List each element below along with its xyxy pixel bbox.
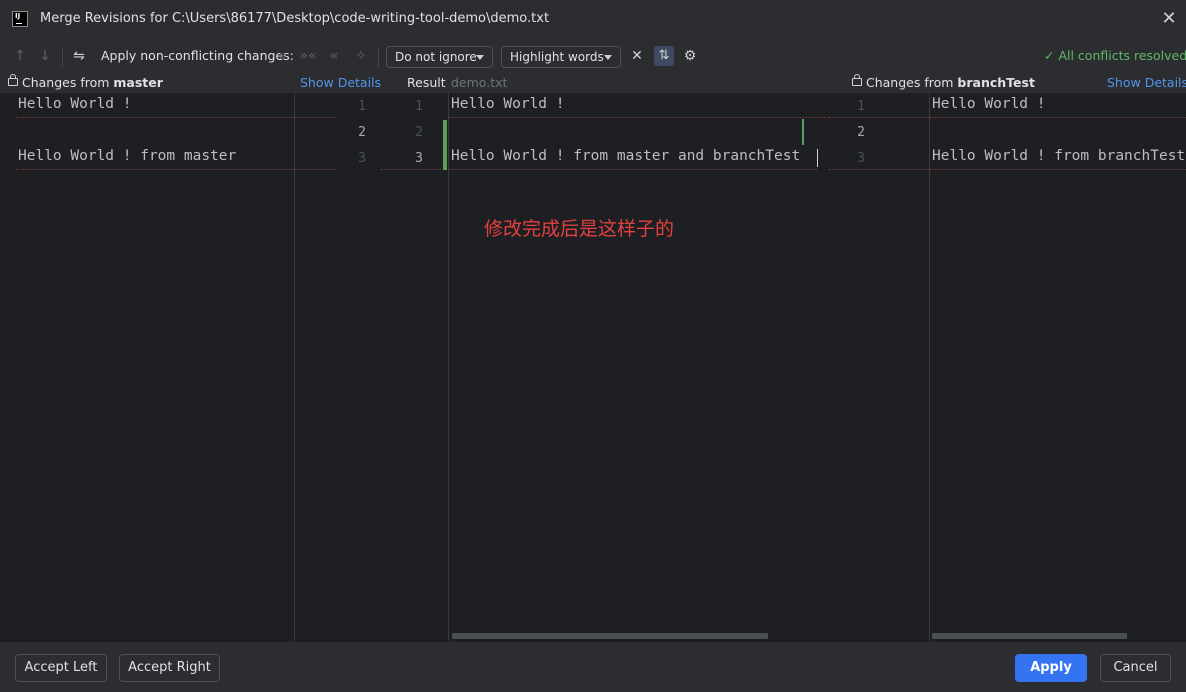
change-divider <box>16 117 294 118</box>
panes-header: Changes from master Show Details Result … <box>0 74 1186 93</box>
magic-resolve-icon[interactable]: ✧ <box>352 46 370 66</box>
synchronize-scrolling-icon[interactable]: ⇅ <box>654 46 674 66</box>
conflicts-status-text: All conflicts resolved <box>1058 48 1186 63</box>
conflicts-status: ✓ All conflicts resolved <box>1044 48 1186 63</box>
chevron-down-icon <box>476 55 484 60</box>
horizontal-scrollbar[interactable] <box>932 633 1127 639</box>
result-gutter-line-number: 1 <box>415 99 423 114</box>
resolve-changes-icon[interactable]: ⇋ <box>68 46 90 66</box>
accept-right-button[interactable]: Accept Right <box>119 654 220 682</box>
result-header-label: Result <box>407 75 446 90</box>
next-change-arrow-down-icon[interactable]: ↓ <box>37 46 53 66</box>
lock-icon <box>8 74 18 86</box>
horizontal-scrollbar[interactable] <box>452 633 768 639</box>
collapse-unchanged-icon[interactable]: ✕ <box>629 46 645 66</box>
change-divider <box>930 169 1186 170</box>
lock-icon <box>852 74 862 86</box>
cancel-button[interactable]: Cancel <box>1100 654 1171 682</box>
apply-button[interactable]: Apply <box>1015 654 1087 682</box>
change-divider <box>295 169 335 170</box>
toolbar-separator <box>62 47 63 67</box>
result-right-gutter: 1 2 3 <box>829 93 929 641</box>
change-divider <box>449 117 829 118</box>
change-divider <box>829 169 929 170</box>
highlight-dropdown-value: Highlight words <box>510 50 604 64</box>
result-line-3: Hello World ! from master and branchTest <box>451 148 801 164</box>
right-pane-header: Changes from branchTest <box>852 74 1035 90</box>
accept-left-button[interactable]: Accept Left <box>15 654 107 682</box>
apply-all-non-conflicting-icon[interactable]: » <box>275 46 291 66</box>
apply-left-non-conflicting-icon[interactable]: »« <box>299 46 317 66</box>
right-gutter-line-number: 1 <box>857 99 865 114</box>
apply-non-conflicting-label: Apply non-conflicting changes: <box>101 48 294 63</box>
left-line-3: Hello World ! from master <box>18 148 237 164</box>
intellij-app-icon: IJ <box>12 11 28 27</box>
right-header-prefix: Changes from <box>866 75 958 90</box>
change-marker <box>802 119 804 145</box>
highlight-mode-dropdown[interactable]: Highlight words <box>501 46 621 68</box>
left-gutter-line-number: 3 <box>358 151 366 166</box>
right-line-1: Hello World ! <box>932 96 1046 112</box>
right-show-details-link[interactable]: Show Details <box>1107 75 1186 90</box>
left-gutter-line-number: 1 <box>358 99 366 114</box>
change-divider <box>930 117 1186 118</box>
left-line-1: Hello World ! <box>18 96 132 112</box>
apply-right-non-conflicting-icon[interactable]: « <box>326 46 342 66</box>
left-show-details-link[interactable]: Show Details <box>300 75 381 90</box>
title-bar: IJ Merge Revisions for C:\Users\86177\De… <box>0 0 1186 38</box>
right-branch-name: branchTest <box>957 75 1035 90</box>
left-pane-header: Changes from master <box>8 74 163 90</box>
left-gutter-line-number: 2 <box>358 125 366 140</box>
result-line-1: Hello World ! <box>451 96 565 112</box>
change-divider <box>295 117 335 118</box>
result-gutter-line-number: 2 <box>415 125 423 140</box>
change-divider <box>381 169 441 170</box>
chevron-down-icon <box>604 55 612 60</box>
toolbar: ↑ ↓ ⇋ Apply non-conflicting changes: » »… <box>0 38 1186 74</box>
right-editor-pane[interactable]: Hello World ! Hello World ! from branchT… <box>930 93 1186 641</box>
app-icon-text: IJ <box>15 12 21 20</box>
dialog-footer: Accept Left Accept Right Apply Cancel <box>0 641 1186 692</box>
close-icon[interactable]: ✕ <box>1159 9 1179 29</box>
change-marker <box>443 120 447 170</box>
right-line-3: Hello World ! from branchTest <box>932 148 1186 164</box>
left-branch-name: master <box>113 75 163 90</box>
right-gutter-line-number: 3 <box>857 151 865 166</box>
window-title: Merge Revisions for C:\Users\86177\Deskt… <box>40 11 550 26</box>
change-divider <box>449 169 817 170</box>
toolbar-separator <box>378 47 379 67</box>
red-annotation-text: 修改完成后是这样子的 <box>484 218 675 240</box>
left-result-gutter: 1 2 3 1 2 3 <box>295 93 447 641</box>
ignore-whitespace-dropdown[interactable]: Do not ignore <box>386 46 493 68</box>
change-divider <box>16 169 294 170</box>
result-editor-pane[interactable]: Hello World ! Hello World ! from master … <box>449 93 829 641</box>
ignore-dropdown-value: Do not ignore <box>395 50 477 64</box>
change-divider <box>829 117 929 118</box>
right-gutter-line-number: 2 <box>857 125 865 140</box>
previous-change-arrow-up-icon[interactable]: ↑ <box>12 46 28 66</box>
text-caret <box>817 149 818 167</box>
result-file-name: demo.txt <box>451 75 508 90</box>
left-editor-pane[interactable]: Hello World ! Hello World ! from master <box>0 93 295 641</box>
result-gutter-line-number: 3 <box>415 151 423 166</box>
left-header-prefix: Changes from <box>22 75 114 90</box>
gear-icon[interactable]: ⚙ <box>681 46 699 66</box>
